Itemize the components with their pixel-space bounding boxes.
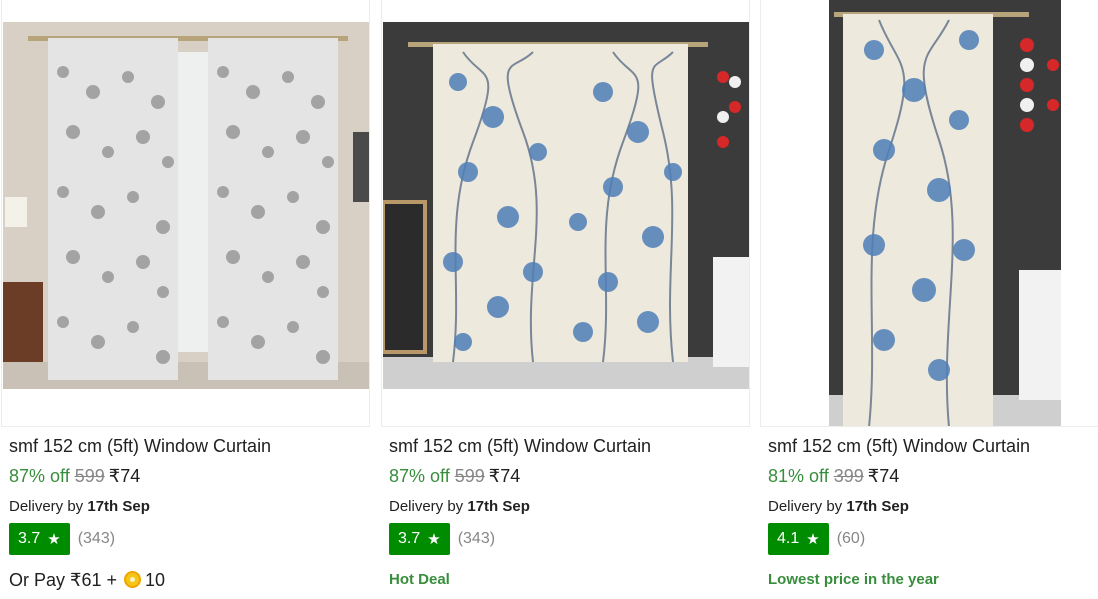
selling-price: ₹74 — [867, 466, 900, 486]
rating-value: 3.7 — [398, 530, 421, 547]
product-info: smf 152 cm (5ft) Window Curtain 87% off 5… — [9, 433, 369, 593]
rating-row: 3.7 ★ (343) — [9, 523, 369, 555]
delivery-date: 17th Sep — [846, 498, 909, 515]
product-card[interactable]: smf 152 cm (5ft) Window Curtain 87% off 5… — [380, 0, 750, 599]
product-image-frame[interactable] — [381, 0, 750, 427]
delivery-date: 17th Sep — [467, 498, 530, 515]
rating-value: 3.7 — [18, 530, 41, 547]
price-row: 87% off 599 ₹74 — [9, 463, 369, 489]
product-card[interactable]: smf 152 cm (5ft) Window Curtain 81% off 3… — [759, 0, 1098, 599]
discount-percent: 87% off — [9, 466, 70, 486]
rating-badge: 3.7 ★ — [389, 523, 450, 555]
coin-offer: Or Pay ₹61 + 10 — [9, 567, 369, 593]
delivery-label: Delivery by — [389, 498, 464, 515]
delivery-info: Delivery by 17th Sep — [389, 497, 749, 517]
product-image[interactable] — [383, 22, 749, 389]
product-title[interactable]: smf 152 cm (5ft) Window Curtain — [768, 433, 1098, 459]
price-row: 87% off 599 ₹74 — [389, 463, 749, 489]
product-card[interactable]: smf 152 cm (5ft) Window Curtain 87% off 5… — [0, 0, 370, 599]
star-icon: ★ — [427, 531, 441, 548]
product-title[interactable]: smf 152 cm (5ft) Window Curtain — [9, 433, 369, 459]
original-price: 399 — [833, 466, 864, 486]
rating-value: 4.1 — [777, 530, 800, 547]
blue-curtain-single-illustration — [829, 0, 1061, 426]
delivery-label: Delivery by — [9, 498, 84, 515]
rating-row: 3.7 ★ (343) — [389, 523, 749, 555]
product-image-frame[interactable] — [760, 0, 1098, 427]
rating-count: (343) — [77, 530, 116, 547]
product-info: smf 152 cm (5ft) Window Curtain 87% off 5… — [389, 433, 749, 593]
rating-badge: 3.7 ★ — [9, 523, 70, 555]
product-grid: smf 152 cm (5ft) Window Curtain 87% off 5… — [0, 0, 1098, 599]
deal-tag: Lowest price in the year — [768, 571, 939, 588]
delivery-label: Delivery by — [768, 498, 843, 515]
rating-count: (60) — [836, 530, 866, 547]
rating-row: 4.1 ★ (60) — [768, 523, 1098, 555]
product-title[interactable]: smf 152 cm (5ft) Window Curtain — [389, 433, 749, 459]
delivery-info: Delivery by 17th Sep — [9, 497, 369, 517]
star-icon: ★ — [47, 531, 61, 548]
deal-tag: Hot Deal — [389, 571, 450, 588]
original-price: 599 — [454, 466, 485, 486]
blue-curtain-illustration — [383, 22, 749, 389]
rating-badge: 4.1 ★ — [768, 523, 829, 555]
discount-percent: 81% off — [768, 466, 829, 486]
grey-curtain-illustration — [3, 22, 369, 389]
selling-price: ₹74 — [488, 466, 521, 486]
product-image-frame[interactable] — [1, 0, 370, 427]
coin-offer-text: Or Pay ₹61 + — [9, 570, 123, 590]
original-price: 599 — [74, 466, 105, 486]
discount-percent: 87% off — [389, 466, 450, 486]
coin-amount: 10 — [145, 570, 166, 590]
selling-price: ₹74 — [108, 466, 141, 486]
price-row: 81% off 399 ₹74 — [768, 463, 1098, 489]
product-image[interactable] — [829, 0, 1061, 426]
delivery-date: 17th Sep — [87, 498, 150, 515]
star-icon: ★ — [806, 531, 820, 548]
product-info: smf 152 cm (5ft) Window Curtain 81% off 3… — [768, 433, 1098, 593]
product-image[interactable] — [3, 22, 369, 389]
delivery-info: Delivery by 17th Sep — [768, 497, 1098, 517]
supercoin-icon — [124, 571, 142, 588]
rating-count: (343) — [457, 530, 496, 547]
